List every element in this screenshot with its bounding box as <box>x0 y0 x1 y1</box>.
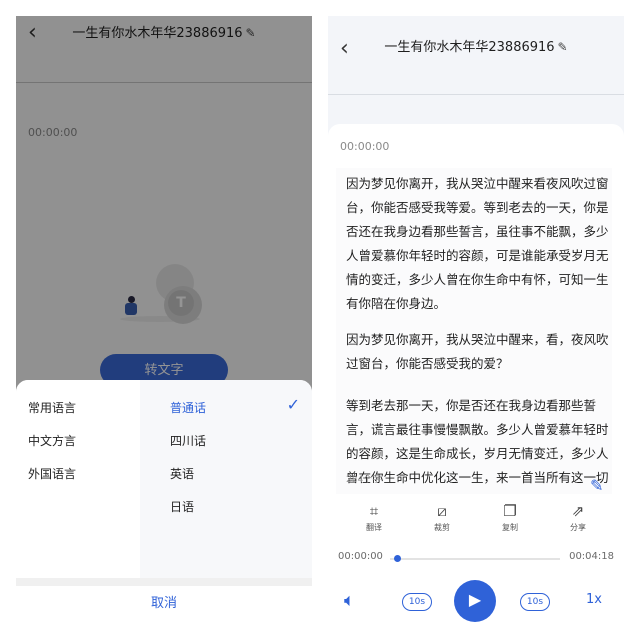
progress-track[interactable] <box>390 558 560 560</box>
translate-icon: ⌗ <box>369 502 379 520</box>
playback-speed[interactable]: 1x <box>586 592 602 607</box>
play-icon: ▶ <box>468 592 482 609</box>
category-dialects[interactable]: 中文方言 <box>28 432 76 449</box>
language-categories: 常用语言 中文方言 外国语言 <box>16 380 140 578</box>
sheet-separator <box>16 578 312 586</box>
elapsed-time: 00:00:00 <box>340 140 390 153</box>
share-label: 分享 <box>570 523 586 532</box>
right-screen: ‹ 一生有你水木年华23886916 ✎ 00:00:00 因为梦见你离开，我从哭… <box>328 16 624 624</box>
option-english[interactable]: 英语 <box>170 465 194 482</box>
option-japanese[interactable]: 日语 <box>170 498 194 515</box>
play-button[interactable]: ▶ <box>454 580 496 622</box>
skip-back-button[interactable]: 10s <box>402 593 432 611</box>
transcript-text-area[interactable]: 因为梦见你离开，我从哭泣中醒来看夜风吹过窗台，你能否感受我等爱。等到老去的一天，… <box>336 168 612 494</box>
pencil-icon[interactable]: ✎ <box>558 38 568 56</box>
speaker-icon[interactable]: 🔈︎ <box>344 590 355 611</box>
translate-label: 翻译 <box>366 523 382 532</box>
option-mandarin[interactable]: 普通话 <box>170 399 206 416</box>
recording-title-text: 一生有你水木年华23886916 <box>384 40 555 55</box>
translate-button[interactable]: ⌗ 翻译 <box>349 502 399 533</box>
crop-icon: ⧄ <box>437 502 447 520</box>
recording-title: 一生有你水木年华23886916 ✎ <box>328 38 624 57</box>
category-foreign[interactable]: 外国语言 <box>28 465 76 482</box>
progress-row: 00:00:00 00:04:18 <box>328 550 624 566</box>
copy-button[interactable]: ❐ 复制 <box>485 502 535 533</box>
progress-handle[interactable] <box>394 555 401 562</box>
player-controls: 🔈︎ 10s ▶ 10s 1x <box>328 576 624 624</box>
transcript-card: 00:00:00 因为梦见你离开，我从哭泣中醒来看夜风吹过窗台，你能否感受我等爱… <box>328 124 624 624</box>
edit-pen-icon[interactable]: ✎ <box>590 476 603 494</box>
left-screen: ‹ 一生有你水木年华23886916 ✎ 00:00:00 T 转文字 常用语言 … <box>16 16 312 624</box>
share-icon: ⇗ <box>571 502 585 520</box>
current-time: 00:00:00 <box>338 551 383 562</box>
transcript-paragraph: 等到老去那一天，你是否还在我身边看那些誓言，谎言最往事慢慢飘散。多少人曾爱慕年轻… <box>346 398 609 485</box>
option-sichuanese[interactable]: 四川话 <box>170 432 206 449</box>
word-count: 284个字 <box>346 475 382 485</box>
top-bar: ‹ 一生有你水木年华23886916 ✎ <box>328 16 624 94</box>
checkmark-icon: ✓ <box>286 395 300 414</box>
language-options: 普通话 ✓ 四川话 英语 日语 <box>140 380 312 578</box>
skip-forward-button[interactable]: 10s <box>520 593 550 611</box>
crop-button[interactable]: ⧄ 裁剪 <box>417 502 467 533</box>
category-common[interactable]: 常用语言 <box>28 399 76 416</box>
language-sheet: 常用语言 中文方言 外国语言 普通话 ✓ 四川话 英语 日语 取消 <box>16 380 312 624</box>
share-button[interactable]: ⇗ 分享 <box>553 502 603 533</box>
cancel-button[interactable]: 取消 <box>16 592 312 611</box>
transcript-paragraph: 因为梦见你离开，我从哭泣中醒来，看，夜风吹过窗台，你能否感受我的爱？ <box>346 332 609 371</box>
copy-icon: ❐ <box>503 502 517 520</box>
copy-label: 复制 <box>502 523 518 532</box>
transcript-paragraph: 因为梦见你离开，我从哭泣中醒来看夜风吹过窗台，你能否感受我等爱。等到老去的一天，… <box>346 176 609 311</box>
header-divider <box>328 94 624 95</box>
action-bar: ⌗ 翻译 ⧄ 裁剪 ❐ 复制 ⇗ 分享 <box>328 502 624 542</box>
crop-label: 裁剪 <box>434 523 450 532</box>
total-time: 00:04:18 <box>569 551 614 562</box>
